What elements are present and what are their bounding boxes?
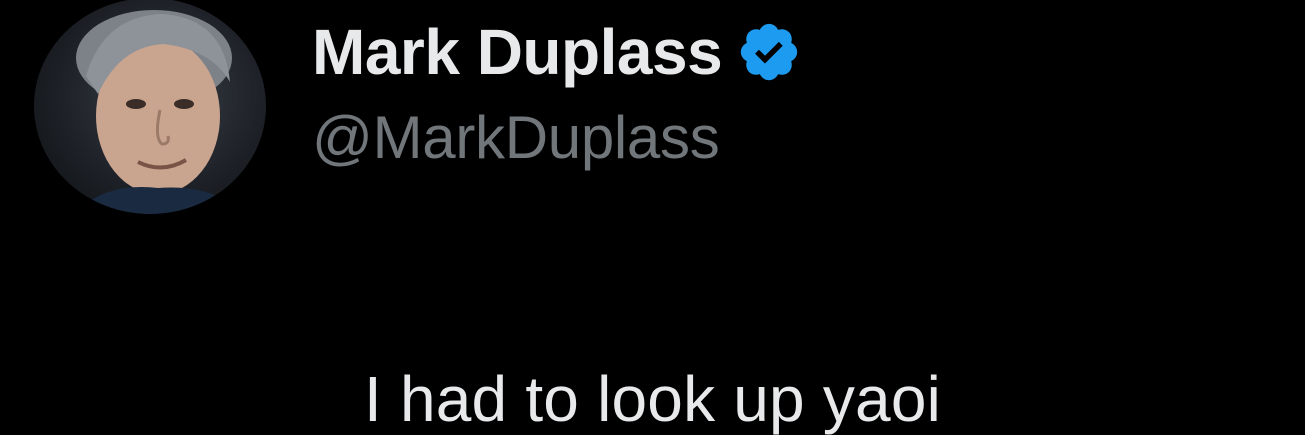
author-handle[interactable]: @MarkDuplass — [312, 108, 720, 168]
author-name-row: Mark Duplass — [312, 12, 802, 92]
tweet-card: Mark Duplass @MarkDuplass I had to look … — [0, 0, 1305, 434]
avatar-photo — [74, 10, 244, 214]
tweet-text: I had to look up yaoi — [364, 363, 942, 435]
author-avatar[interactable] — [34, 0, 266, 214]
verified-badge-icon[interactable] — [736, 19, 802, 85]
author-display-name[interactable]: Mark Duplass — [312, 20, 723, 84]
